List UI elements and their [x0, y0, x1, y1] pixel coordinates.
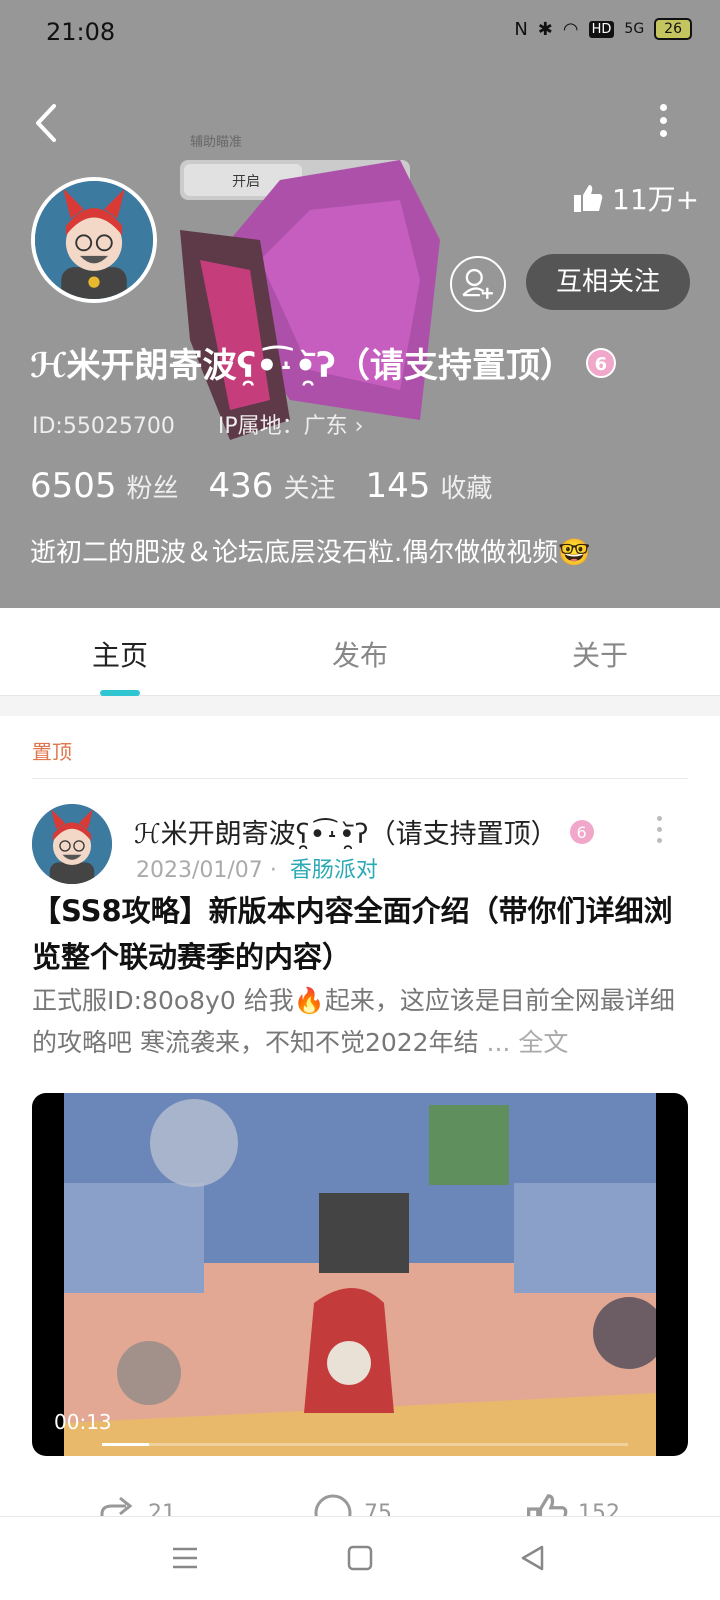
tab-posts[interactable]: 发布: [332, 634, 388, 674]
tab-about[interactable]: 关于: [572, 634, 628, 674]
post-date: 2023/01/07: [136, 858, 263, 883]
profile-stats: 6505 粉丝 436 关注 145 收藏: [30, 466, 492, 506]
add-friend-button[interactable]: [450, 256, 506, 312]
meta-separator: ·: [269, 858, 277, 883]
read-more-link[interactable]: ... 全文: [487, 1028, 569, 1057]
thumbs-up-icon: [574, 185, 603, 212]
stat-fans[interactable]: 6505 粉丝: [30, 466, 179, 506]
comment-button[interactable]: 75: [312, 1492, 392, 1516]
active-tab-indicator: [100, 690, 140, 696]
video-thumbnail: [64, 1093, 656, 1456]
pinned-label: 置顶: [32, 740, 72, 764]
profile-username: ℋ米开朗寄波ʕ̯•͡˔•̯᷅ʔ（请支持置顶） 6: [30, 338, 616, 387]
comment-icon: [314, 1494, 352, 1516]
share-count: 21: [148, 1500, 176, 1517]
share-icon: [100, 1496, 133, 1516]
system-navigation-bar: [0, 1516, 720, 1600]
likes-count: 11万+: [612, 183, 700, 216]
more-options-button[interactable]: [656, 104, 670, 140]
post-summary-text: 正式服ID:80o8y0 给我🔥起来，这应该是目前全网最详细的攻略吧 寒流袭来，…: [32, 986, 675, 1057]
like-count: 152: [578, 1500, 620, 1517]
user-id: ID:55025700: [32, 414, 175, 439]
video-progress-fill: [102, 1443, 150, 1446]
ip-location-link[interactable]: IP属地：广东 ›: [218, 414, 364, 439]
profile-avatar[interactable]: [31, 177, 157, 303]
wifi-icon: ◠: [562, 18, 579, 40]
signal-icon: 5G: [624, 21, 645, 37]
nfc-icon: N: [514, 18, 528, 40]
comment-count: 75: [364, 1500, 392, 1517]
post-actions: 21 75 152: [0, 1472, 720, 1516]
status-time: 21:08: [46, 18, 116, 46]
like-button[interactable]: 152: [526, 1492, 620, 1516]
video-progress-bar[interactable]: [102, 1443, 628, 1446]
bluetooth-icon: ✱: [537, 18, 553, 40]
profile-tabs: 主页 发布 关于: [0, 608, 720, 696]
post-author-level-badge: 6: [567, 817, 596, 846]
post-meta: 2023/01/07 · 香肠派对: [136, 852, 378, 884]
profile-bio: 逝初二的肥波＆论坛底层没石粒.偶尔做做视频🤓: [30, 538, 591, 568]
username-text: ℋ米开朗寄波ʕ̯•͡˔•̯᷅ʔ（请支持置顶）: [30, 346, 574, 386]
post-author-name: ℋ米开朗寄波ʕ̯•͡˔•̯᷅ʔ（请支持置顶）: [134, 819, 558, 850]
likes-counter: 11万+: [572, 178, 699, 218]
post-title[interactable]: 【SS8攻略】新版本内容全面介绍（带你们详细浏览整个联动赛季的内容）: [32, 888, 682, 980]
video-timestamp: 00:13: [54, 1410, 112, 1434]
status-bar: 21:08 N ✱ ◠ HD 5G 26: [0, 0, 720, 66]
share-button[interactable]: 21: [96, 1492, 176, 1516]
level-badge: 6: [585, 347, 616, 378]
stat-following[interactable]: 436 关注: [209, 466, 336, 506]
post-topic-link[interactable]: 香肠派对: [290, 858, 378, 883]
id-line: ID:55025700 IP属地：广东 ›: [32, 408, 363, 440]
post-author[interactable]: ℋ米开朗寄波ʕ̯•͡˔•̯᷅ʔ（请支持置顶） 6: [134, 812, 596, 851]
back-button[interactable]: [28, 100, 68, 146]
post-video[interactable]: 00:13: [32, 1093, 688, 1456]
tab-home[interactable]: 主页: [92, 634, 148, 674]
post-more-button[interactable]: [654, 816, 664, 849]
mutual-follow-button[interactable]: 互相关注: [526, 254, 690, 310]
post-summary[interactable]: 正式服ID:80o8y0 给我🔥起来，这应该是目前全网最详细的攻略吧 寒流袭来，…: [32, 980, 688, 1064]
menu-icon[interactable]: [170, 1543, 200, 1573]
hd-icon: HD: [588, 20, 615, 38]
home-icon[interactable]: [345, 1543, 375, 1573]
add-user-icon: [462, 268, 493, 299]
post-card[interactable]: 置顶 ℋ米开朗寄波ʕ̯•͡˔•̯᷅ʔ（请支持置顶） 6 2023/01/07 ·…: [0, 716, 720, 1516]
divider: [32, 778, 688, 779]
battery-icon: 26: [654, 18, 692, 40]
stat-favorites[interactable]: 145 收藏: [365, 466, 492, 506]
back-nav-icon[interactable]: [518, 1543, 548, 1573]
like-icon: [526, 1494, 568, 1516]
post-author-avatar[interactable]: [32, 804, 112, 884]
profile-header: 开启 关闭 辅助瞄准 21:08 N ✱ ◠ HD 5G 26: [0, 0, 720, 608]
